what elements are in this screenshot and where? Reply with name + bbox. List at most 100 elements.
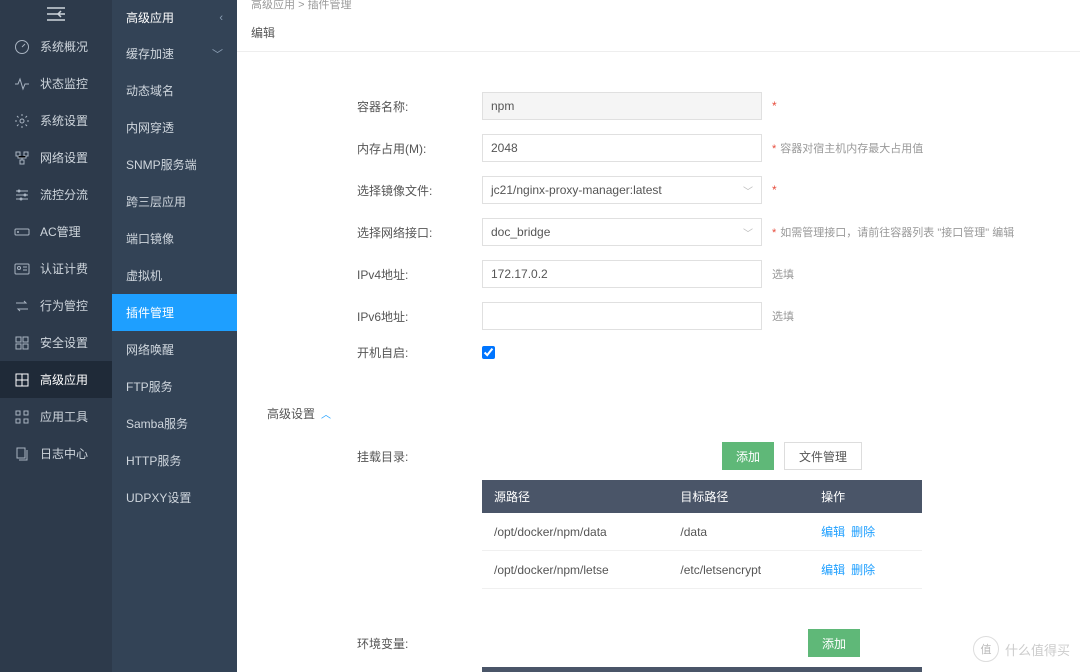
sidebar2-label: HTTP服务 <box>126 452 181 469</box>
mount-delete-link[interactable]: 删除 <box>851 525 875 539</box>
mount-edit-link[interactable]: 编辑 <box>821 525 845 539</box>
sidebar2-label: 动态域名 <box>126 82 174 99</box>
sidebar2-label: SNMP服务端 <box>126 156 197 173</box>
breadcrumb-sep: > <box>298 0 304 11</box>
sidebar1-item-11[interactable]: 日志中心 <box>0 435 112 472</box>
sidebar1-item-6[interactable]: 认证计费 <box>0 250 112 287</box>
env-th-val: 值 <box>665 667 775 672</box>
sidebar1-item-9[interactable]: 高级应用 <box>0 361 112 398</box>
sidebar1-item-5[interactable]: AC管理 <box>0 213 112 250</box>
sidebar2-label: 端口镜像 <box>126 230 174 247</box>
sidebar1-label: 网络设置 <box>40 149 88 166</box>
sidebar2-item-9[interactable]: FTP服务 <box>112 368 237 405</box>
sidebar1-item-1[interactable]: 状态监控 <box>0 65 112 102</box>
mount-label: 挂载目录: <box>267 448 482 465</box>
sliders-icon <box>14 187 30 203</box>
breadcrumb-b[interactable]: 插件管理 <box>308 0 352 11</box>
sidebar2-item-6[interactable]: 虚拟机 <box>112 257 237 294</box>
sidebar1-item-4[interactable]: 流控分流 <box>0 176 112 213</box>
swap-icon <box>14 298 30 314</box>
mount-add-button[interactable]: 添加 <box>722 442 774 470</box>
sidebar2-item-11[interactable]: HTTP服务 <box>112 442 237 479</box>
sidebar1-label: 流控分流 <box>40 186 88 203</box>
sidebar1-item-10[interactable]: 应用工具 <box>0 398 112 435</box>
memory-hint: *容器对宿主机内存最大占用值 <box>772 140 923 156</box>
ipv6-input[interactable] <box>482 302 762 330</box>
ipv4-hint: 选填 <box>772 266 794 282</box>
memory-input[interactable] <box>482 134 762 162</box>
mount-th-dst: 目标路径 <box>668 480 809 513</box>
sidebar1-item-3[interactable]: 网络设置 <box>0 139 112 176</box>
sidebar2-label: UDPXY设置 <box>126 489 191 506</box>
chevron-down-icon: ﹀ <box>743 183 753 198</box>
sidebar2-item-3[interactable]: SNMP服务端 <box>112 146 237 183</box>
sidebar2-item-12[interactable]: UDPXY设置 <box>112 479 237 516</box>
mount-delete-link[interactable]: 删除 <box>851 563 875 577</box>
apps-icon <box>14 409 30 425</box>
sidebar1-label: 应用工具 <box>40 408 88 425</box>
sidebar1-item-2[interactable]: 系统设置 <box>0 102 112 139</box>
env-add-button[interactable]: 添加 <box>808 629 860 657</box>
autostart-checkbox[interactable] <box>482 346 495 359</box>
sidebar2-label: 跨三层应用 <box>126 193 186 210</box>
breadcrumb-a[interactable]: 高级应用 <box>251 0 295 11</box>
sidebar1-label: 系统概况 <box>40 38 88 55</box>
iface-select[interactable]: doc_bridge ﹀ <box>482 218 762 246</box>
sidebar2-label: Samba服务 <box>126 415 188 432</box>
secondary-sidebar: 高级应用 ‹ 缓存加速﹀ 动态域名内网穿透 SNMP服务端跨三层应用端口镜像虚拟机插… <box>112 0 237 672</box>
sidebar2-item-5[interactable]: 端口镜像 <box>112 220 237 257</box>
sidebar2-title: 高级应用 <box>126 9 174 26</box>
sidebar1-label: AC管理 <box>40 223 81 240</box>
sidebar2-item-2[interactable]: 内网穿透 <box>112 109 237 146</box>
iface-hint: *如需管理接口，请前往容器列表 "接口管理" 编辑 <box>772 224 1014 240</box>
env-table: 变量名 值 操作 <box>482 667 922 672</box>
chevron-down-icon: ﹀ <box>743 225 753 240</box>
wifi-icon <box>14 224 30 240</box>
sidebar1-item-7[interactable]: 行为管控 <box>0 287 112 324</box>
required-mark: * <box>772 99 777 113</box>
required-mark: * <box>772 183 777 197</box>
chevron-left-icon: ‹ <box>219 12 223 24</box>
autostart-label: 开机自启: <box>267 344 482 361</box>
sidebar1-item-0[interactable]: 系统概况 <box>0 28 112 65</box>
shield-icon <box>14 335 30 351</box>
iface-label: 选择网络接口: <box>267 224 482 241</box>
mount-row: /opt/docker/npm/letse/etc/letsencrypt编辑删… <box>482 551 922 589</box>
sidebar1-label: 系统设置 <box>40 112 88 129</box>
menu-icon <box>47 7 65 21</box>
sidebar2-item-8[interactable]: 网络唤醒 <box>112 331 237 368</box>
env-label: 环境变量: <box>267 635 482 652</box>
sidebar1-label: 认证计费 <box>40 260 88 277</box>
page-title: 编辑 <box>237 14 1080 52</box>
sidebar2-item-10[interactable]: Samba服务 <box>112 405 237 442</box>
env-th-name: 变量名 <box>482 667 665 672</box>
file-manage-button[interactable]: 文件管理 <box>784 442 862 470</box>
sidebar2-item-4[interactable]: 跨三层应用 <box>112 183 237 220</box>
mount-edit-link[interactable]: 编辑 <box>821 563 845 577</box>
container-name-label: 容器名称: <box>267 98 482 115</box>
mount-row: /opt/docker/npm/data/data编辑删除 <box>482 513 922 551</box>
sidebar2-label: 虚拟机 <box>126 267 162 284</box>
image-select[interactable]: jc21/nginx-proxy-manager:latest ﹀ <box>482 176 762 204</box>
advanced-toggle[interactable]: 高级设置 ︿ <box>237 395 1080 432</box>
user-card-icon <box>14 261 30 277</box>
ipv4-input[interactable] <box>482 260 762 288</box>
sidebar1-label: 高级应用 <box>40 371 88 388</box>
copy-icon <box>14 446 30 462</box>
sidebar2-item-0[interactable]: 缓存加速﹀ <box>112 35 237 72</box>
sidebar2-item-1[interactable]: 动态域名 <box>112 72 237 109</box>
sidebar2-label: 网络唤醒 <box>126 341 174 358</box>
sidebar2-header[interactable]: 高级应用 ‹ <box>112 0 237 35</box>
network-icon <box>14 150 30 166</box>
chevron-down-icon: ﹀ <box>212 46 223 62</box>
image-label: 选择镜像文件: <box>267 182 482 199</box>
activity-icon <box>14 76 30 92</box>
sidebar2-item-7[interactable]: 插件管理 <box>112 294 237 331</box>
gauge-icon <box>14 39 30 55</box>
sidebar1-label: 日志中心 <box>40 445 88 462</box>
sidebar2-label: 内网穿透 <box>126 119 174 136</box>
sidebar1-item-8[interactable]: 安全设置 <box>0 324 112 361</box>
collapse-toggle[interactable] <box>0 0 112 28</box>
mount-th-src: 源路径 <box>482 480 668 513</box>
sidebar1-label: 安全设置 <box>40 334 88 351</box>
